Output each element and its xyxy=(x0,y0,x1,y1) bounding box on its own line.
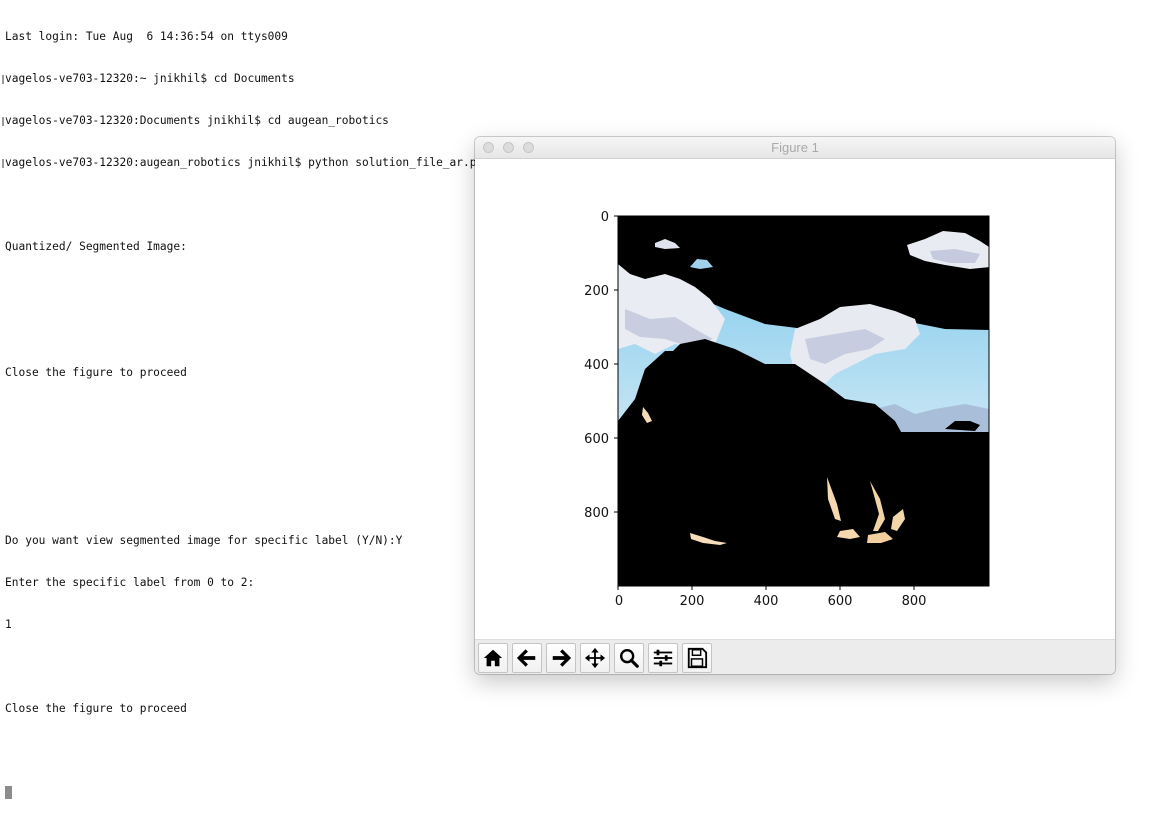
figure-toolbar xyxy=(475,639,1115,674)
line-marker xyxy=(2,159,4,168)
x-tick-label: 800 xyxy=(902,594,927,609)
line-marker xyxy=(2,75,4,84)
arrow-left-icon xyxy=(516,649,536,667)
y-tick-label: 800 xyxy=(584,506,609,521)
save-button[interactable] xyxy=(682,643,712,673)
save-icon xyxy=(687,647,708,669)
home-button[interactable] xyxy=(478,643,508,673)
pan-button[interactable] xyxy=(580,643,610,673)
y-tick-label: 400 xyxy=(584,358,609,373)
terminal-cursor xyxy=(5,786,12,799)
x-tick-label: 0 xyxy=(615,594,623,609)
plot-svg: 0 200 400 600 800 0 200 400 600 800 xyxy=(584,210,990,609)
move-icon xyxy=(584,647,606,669)
home-icon xyxy=(483,649,503,667)
x-tick-label: 200 xyxy=(680,594,705,609)
y-axis: 0 200 400 600 800 xyxy=(584,210,618,521)
y-tick-label: 0 xyxy=(601,210,609,225)
sliders-icon xyxy=(653,649,673,667)
terminal-line: vagelos-ve703-12320:Documents jnikhil$ c… xyxy=(5,114,389,127)
segmented-image xyxy=(618,216,989,586)
line-marker xyxy=(2,117,4,126)
y-tick-label: 200 xyxy=(584,284,609,299)
terminal-line: Close the figure to proceed xyxy=(5,702,187,715)
arrow-right-icon xyxy=(552,649,572,667)
x-tick-label: 400 xyxy=(754,594,779,609)
zoom-icon xyxy=(620,649,639,668)
x-axis: 0 200 400 600 800 xyxy=(615,586,927,609)
forward-button[interactable] xyxy=(546,643,576,673)
back-button[interactable] xyxy=(512,643,542,673)
window-title: Figure 1 xyxy=(771,140,819,155)
terminal-line: vagelos-ve703-12320:~ jnikhil$ cd Docume… xyxy=(5,72,295,85)
zoom-button[interactable] xyxy=(614,643,644,673)
figure-window[interactable]: Figure 1 0 200 400 600 800 0 200 400 600… xyxy=(475,137,1115,674)
y-tick-label: 600 xyxy=(584,432,609,447)
window-titlebar[interactable]: Figure 1 xyxy=(475,137,1115,159)
configure-subplots-button[interactable] xyxy=(648,643,678,673)
x-tick-label: 600 xyxy=(828,594,853,609)
figure-canvas[interactable]: 0 200 400 600 800 0 200 400 600 800 xyxy=(475,159,1115,639)
terminal-line: Last login: Tue Aug 6 14:36:54 on ttys00… xyxy=(5,30,288,43)
